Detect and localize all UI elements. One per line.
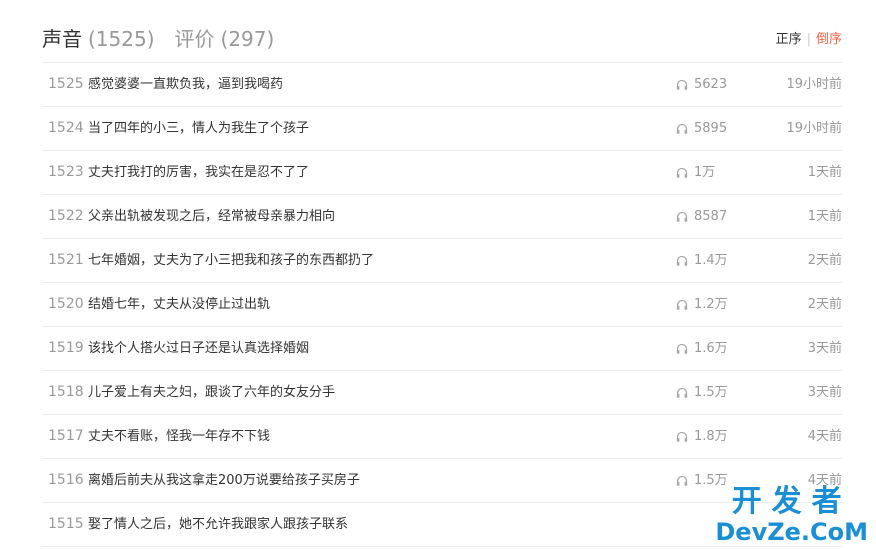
track-publish-time: 4天前 [807, 473, 842, 488]
sort-separator: | [806, 32, 811, 47]
headphones-icon [676, 475, 694, 487]
track-title-link[interactable]: 该找个人搭火过日子还是认真选择婚姻 [88, 327, 309, 370]
sort-control: 正序 | 倒序 [776, 31, 842, 49]
headphones-icon [676, 79, 694, 91]
tab-reviews[interactable]: 评价 (297) [175, 22, 275, 56]
track-play-count: 1.5万 [676, 371, 728, 414]
track-title-link[interactable]: 感觉婆婆一直欺负我，逼到我喝药 [88, 63, 283, 106]
track-index: 1525 [48, 76, 84, 92]
track-index: 1517 [48, 428, 84, 444]
track-publish-time: 19小时前 [786, 121, 842, 136]
track-index: 1524 [48, 120, 84, 136]
track-title-link[interactable]: 儿子爱上有夫之妇，跟谈了六年的女友分手 [88, 371, 335, 414]
track-row[interactable]: 1516 离婚后前夫从我这拿走200万说要给孩子买房子 1.5万 4天前 [42, 459, 842, 503]
track-index: 1521 [48, 252, 84, 268]
track-row[interactable]: 1521 七年婚姻，丈夫为了小三把我和孩子的东西都扔了 1.4万 2天前 [42, 239, 842, 283]
tab-bar: 声音 (1525) 评价 (297) [42, 22, 274, 56]
sort-descending-button[interactable]: 倒序 [816, 31, 842, 49]
track-publish-time: 1天前 [807, 209, 842, 224]
track-play-count: 1万 [676, 151, 715, 194]
program-track-panel: 声音 (1525) 评价 (297) 正序 | 倒序 1525 感觉婆婆一直欺负我，逼… [0, 0, 876, 549]
track-publish-time: 2天前 [807, 297, 842, 312]
track-play-count-value: 1.5万 [694, 385, 728, 400]
track-title-link[interactable]: 娶了情人之后，她不允许我跟家人跟孩子联系 [88, 503, 348, 546]
track-index: 1520 [48, 296, 84, 312]
track-list: 1525 感觉婆婆一直欺负我，逼到我喝药 5623 19小时前 1524 当了四年的小三，… [42, 62, 842, 547]
track-play-count: 1.8万 [676, 415, 728, 458]
track-row[interactable]: 1515 娶了情人之后，她不允许我跟家人跟孩子联系 [42, 503, 842, 547]
track-index: 1522 [48, 208, 84, 224]
tab-reviews-count: (297) [220, 27, 275, 51]
tab-sounds-label: 声音 [42, 27, 82, 51]
track-play-count-value: 1万 [694, 165, 716, 180]
track-play-count-value: 5895 [694, 121, 728, 136]
track-row[interactable]: 1518 儿子爱上有夫之妇，跟谈了六年的女友分手 1.5万 3天前 [42, 371, 842, 415]
track-row[interactable]: 1524 当了四年的小三，情人为我生了个孩子 5895 19小时前 [42, 107, 842, 151]
track-row[interactable]: 1517 丈夫不看账，怪我一年存不下钱 1.8万 4天前 [42, 415, 842, 459]
tab-reviews-label: 评价 [174, 27, 215, 51]
track-play-count: 1.4万 [676, 239, 728, 282]
track-title-link[interactable]: 丈夫不看账，怪我一年存不下钱 [88, 415, 270, 458]
track-publish-time: 4天前 [807, 429, 842, 444]
track-title-link[interactable]: 离婚后前夫从我这拿走200万说要给孩子买房子 [88, 459, 360, 502]
track-play-count-value: 5623 [694, 77, 728, 92]
headphones-icon [676, 167, 694, 179]
track-index: 1518 [48, 384, 84, 400]
track-publish-time: 3天前 [807, 341, 842, 356]
track-publish-time: 2天前 [807, 253, 842, 268]
track-title-link[interactable]: 父亲出轨被发现之后，经常被母亲暴力相向 [88, 195, 335, 238]
track-row[interactable]: 1519 该找个人搭火过日子还是认真选择婚姻 1.6万 3天前 [42, 327, 842, 371]
track-publish-time: 19小时前 [786, 77, 842, 92]
headphones-icon [676, 343, 694, 355]
headphones-icon [676, 211, 694, 223]
tab-sounds[interactable]: 声音 (1525) [42, 22, 155, 56]
headphones-icon [676, 299, 694, 311]
track-play-count: 1.5万 [676, 459, 728, 502]
track-play-count: 5895 [676, 107, 727, 150]
headphones-icon [676, 123, 694, 135]
track-index: 1519 [48, 340, 84, 356]
headphones-icon [676, 431, 694, 443]
track-play-count: 5623 [676, 63, 727, 106]
track-title-link[interactable]: 丈夫打我打的厉害，我实在是忍不了了 [88, 151, 309, 194]
sort-ascending-button[interactable]: 正序 [776, 31, 802, 49]
track-play-count-value: 1.8万 [694, 429, 728, 444]
track-publish-time: 1天前 [807, 165, 842, 180]
track-title-link[interactable]: 结婚七年，丈夫从没停止过出轨 [88, 283, 270, 326]
track-title-link[interactable]: 当了四年的小三，情人为我生了个孩子 [88, 107, 309, 150]
track-row[interactable]: 1520 结婚七年，丈夫从没停止过出轨 1.2万 2天前 [42, 283, 842, 327]
tab-sounds-count: (1525) [88, 27, 155, 51]
track-index: 1515 [48, 516, 84, 532]
track-play-count: 1.2万 [676, 283, 728, 326]
track-play-count: 1.6万 [676, 327, 728, 370]
track-row[interactable]: 1523 丈夫打我打的厉害，我实在是忍不了了 1万 1天前 [42, 151, 842, 195]
track-title-link[interactable]: 七年婚姻，丈夫为了小三把我和孩子的东西都扔了 [88, 239, 374, 282]
track-publish-time: 3天前 [807, 385, 842, 400]
headphones-icon [676, 255, 694, 267]
track-play-count-value: 1.6万 [694, 341, 728, 356]
track-play-count-value: 1.5万 [694, 473, 728, 488]
track-play-count-value: 1.2万 [694, 297, 728, 312]
track-play-count-value: 8587 [694, 209, 728, 224]
track-play-count: 8587 [676, 195, 727, 238]
track-row[interactable]: 1522 父亲出轨被发现之后，经常被母亲暴力相向 8587 1天前 [42, 195, 842, 239]
track-index: 1516 [48, 472, 84, 488]
track-row[interactable]: 1525 感觉婆婆一直欺负我，逼到我喝药 5623 19小时前 [42, 63, 842, 107]
track-play-count-value: 1.4万 [694, 253, 728, 268]
track-index: 1523 [48, 164, 84, 180]
headphones-icon [676, 387, 694, 399]
